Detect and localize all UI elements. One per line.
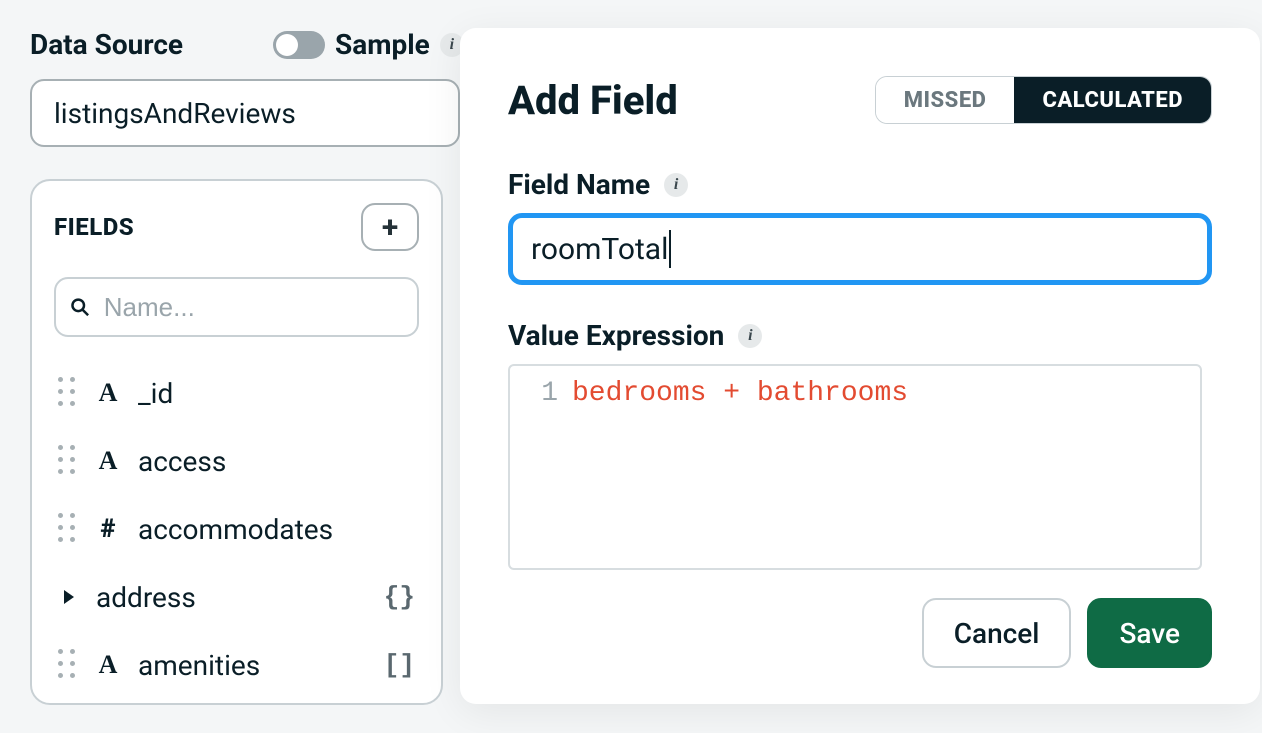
data-source-label: Data Source: [30, 28, 183, 61]
add-field-button[interactable]: +: [361, 203, 419, 251]
fields-title: FIELDS: [54, 213, 134, 241]
chevron-right-icon[interactable]: [64, 590, 74, 604]
type-string-icon: A: [94, 650, 122, 680]
value-expression-label: Value Expression: [508, 319, 724, 352]
field-row[interactable]: A amenities []: [54, 631, 419, 699]
modal-title: Add Field: [508, 77, 678, 124]
field-name-label: Field Name: [508, 168, 650, 201]
field-name-label: amenities: [138, 649, 260, 682]
cancel-button[interactable]: Cancel: [922, 598, 1072, 668]
sample-toggle[interactable]: [273, 31, 325, 59]
tab-missed[interactable]: MISSED: [876, 77, 1015, 123]
field-name-value: roomTotal: [531, 232, 668, 267]
field-type-segmented: MISSED CALCULATED: [875, 76, 1212, 124]
type-number-icon: #: [94, 514, 122, 544]
plus-icon: +: [382, 210, 398, 245]
drag-handle-icon[interactable]: [58, 649, 78, 681]
type-string-icon: A: [94, 378, 122, 408]
sample-label: Sample: [335, 28, 430, 61]
field-name-label: accommodates: [138, 513, 333, 546]
add-field-modal: Add Field MISSED CALCULATED Field Name i…: [460, 28, 1260, 704]
fields-search[interactable]: [54, 277, 419, 337]
info-icon[interactable]: i: [738, 324, 762, 348]
search-icon: [70, 296, 90, 318]
data-source-select[interactable]: listingsAndReviews: [30, 79, 460, 147]
fields-search-input[interactable]: [104, 292, 403, 323]
drag-handle-icon[interactable]: [58, 377, 78, 409]
data-source-value: listingsAndReviews: [54, 97, 296, 130]
field-row[interactable]: # accommodates: [54, 495, 419, 563]
drag-handle-icon[interactable]: [58, 445, 78, 477]
toggle-knob: [276, 34, 298, 56]
field-name-label: _id: [138, 377, 173, 410]
save-button[interactable]: Save: [1087, 598, 1212, 668]
value-expression-editor[interactable]: 1 bedrooms + bathrooms: [508, 364, 1202, 570]
type-string-icon: A: [94, 446, 122, 476]
field-row[interactable]: A _id: [54, 359, 419, 427]
fields-panel: FIELDS + A _id A access # accommo: [30, 179, 443, 705]
field-row[interactable]: address {}: [54, 563, 419, 631]
field-name-label: access: [138, 445, 226, 478]
field-name-input[interactable]: roomTotal: [508, 213, 1212, 285]
expression-content: bedrooms + bathrooms: [572, 366, 908, 568]
info-icon[interactable]: i: [664, 173, 688, 197]
type-array-icon: []: [384, 650, 415, 680]
field-name-label: address: [96, 581, 196, 614]
line-number: 1: [510, 366, 572, 568]
text-caret: [669, 230, 671, 268]
type-object-icon: {}: [384, 582, 415, 612]
field-row[interactable]: A access: [54, 427, 419, 495]
tab-calculated[interactable]: CALCULATED: [1014, 77, 1211, 123]
drag-handle-icon[interactable]: [58, 513, 78, 545]
